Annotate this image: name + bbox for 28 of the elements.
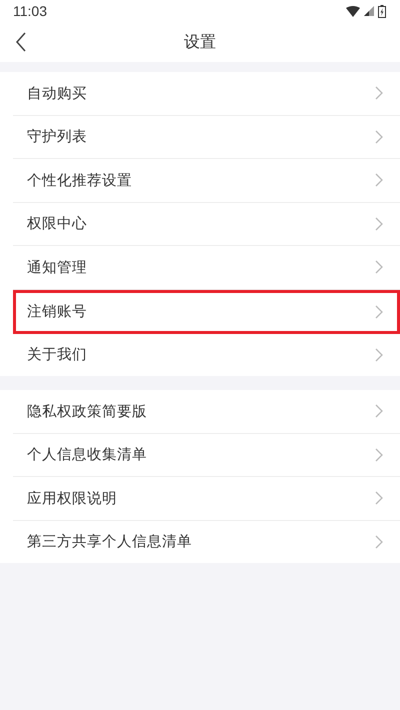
chevron-icon <box>375 216 383 231</box>
chevron-icon <box>375 448 383 462</box>
settings-item[interactable]: 权限中心 <box>13 202 400 246</box>
settings-item[interactable]: 应用权限说明 <box>13 477 400 520</box>
settings-item[interactable]: 个人信息收集清单 <box>13 434 400 477</box>
chevron-icon <box>375 348 383 362</box>
page-title: 设置 <box>184 32 216 52</box>
settings-item[interactable]: 第三方共享个人信息清单 <box>13 520 400 563</box>
settings-item[interactable]: 自动购买 <box>13 72 400 116</box>
back-button[interactable] <box>14 32 28 54</box>
settings-item[interactable]: 个性化推荐设置 <box>13 159 400 202</box>
chevron-icon <box>375 534 383 549</box>
settings-item[interactable]: 注销账号 <box>13 290 400 334</box>
chevron-icon <box>375 130 383 144</box>
chevron-icon <box>375 260 383 274</box>
settings-item[interactable]: 通知管理 <box>13 246 400 290</box>
signal-icon <box>364 6 374 16</box>
battery-icon <box>378 4 386 18</box>
chevron-icon <box>375 86 383 100</box>
chevron-icon <box>375 404 383 418</box>
chevron-icon <box>375 173 383 188</box>
settings-item[interactable]: 守护列表 <box>13 116 400 159</box>
wifi-icon <box>346 6 360 16</box>
status-time: 11:03 <box>13 3 47 19</box>
chevron-icon <box>375 491 383 506</box>
chevron-icon <box>375 304 383 318</box>
settings-item[interactable]: 关于我们 <box>13 334 400 376</box>
settings-item[interactable]: 隐私权政策简要版 <box>13 390 400 434</box>
